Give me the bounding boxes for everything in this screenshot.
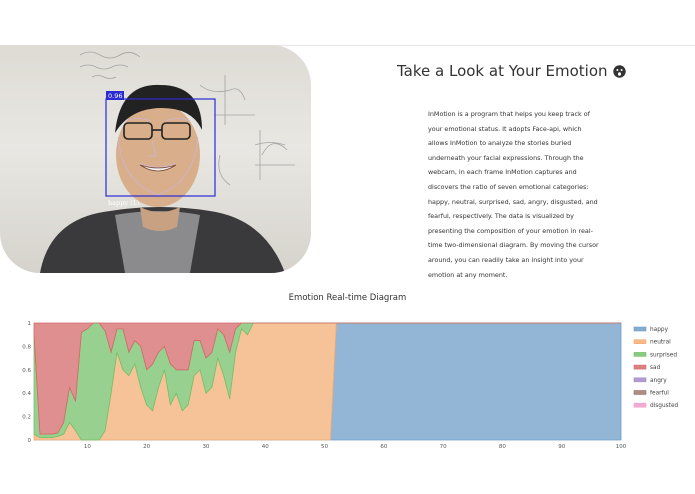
x-tick-label: 20	[143, 444, 150, 450]
x-tick-label: 90	[558, 444, 565, 450]
x-tick-label: 70	[440, 444, 447, 450]
legend-label-fearful[interactable]: fearful	[650, 391, 669, 397]
legend-swatch-disgusted[interactable]	[633, 402, 647, 408]
x-tick-label: 80	[499, 444, 506, 450]
webcam-image: 0.96 happy (1)	[40, 51, 295, 273]
y-tick-label: 0.2	[22, 415, 31, 421]
legend-label-neutral[interactable]: neutral	[650, 340, 671, 346]
surprised-face-icon	[612, 65, 626, 78]
page-title: Take a Look at Your Emotion	[397, 62, 626, 80]
legend-label-disgusted[interactable]: disgusted	[650, 403, 679, 409]
person-face	[116, 103, 200, 207]
y-tick-label: 1	[28, 321, 32, 327]
x-tick-label: 50	[321, 444, 328, 450]
legend-swatch-angry[interactable]	[633, 377, 647, 383]
legend-label-sad[interactable]: sad	[650, 365, 661, 371]
x-tick-label: 30	[202, 444, 209, 450]
x-tick-label: 10	[84, 444, 91, 450]
x-tick-label: 60	[380, 444, 387, 450]
legend-swatch-neutral[interactable]	[633, 339, 647, 345]
emotion-chart-svg[interactable]: 10 20 30 40 50 60 70 80 90 100 0 0.2 0.4 0.6 0.8 1 happy…	[0, 313, 695, 453]
y-tick-label: 0.4	[22, 391, 31, 397]
legend-label-angry[interactable]: angry	[650, 378, 667, 384]
x-tick-label: 100	[616, 444, 627, 450]
legend-label-surprised[interactable]: surprised	[650, 352, 677, 358]
y-tick-label: 0	[28, 438, 32, 444]
legend-label-happy[interactable]: happy	[650, 327, 669, 333]
emotion-chart[interactable]: 10 20 30 40 50 60 70 80 90 100 0 0.2 0.4 0.6 0.8 1 happy…	[0, 313, 695, 457]
webcam-feed: 0.96 happy (1)	[0, 45, 311, 273]
top-navigation-bar	[0, 0, 695, 46]
description-text: InMotion is a program that helps you kee…	[428, 110, 599, 279]
x-tick-label: 40	[262, 444, 269, 450]
legend-swatch-surprised[interactable]	[633, 352, 647, 357]
detection-score: 0.96	[108, 92, 122, 100]
y-tick-label: 0.8	[22, 344, 31, 350]
legend-swatch-sad[interactable]	[633, 364, 647, 370]
chart-title: Emotion Real-time Diagram	[288, 293, 407, 303]
legend-swatch-happy[interactable]	[633, 326, 647, 332]
expression-label: happy (1)	[108, 199, 140, 207]
y-tick-label: 0.6	[22, 368, 31, 374]
legend-swatch-fearful[interactable]	[633, 390, 647, 395]
page-title-text: Take a Look at Your Emotion	[397, 62, 608, 80]
